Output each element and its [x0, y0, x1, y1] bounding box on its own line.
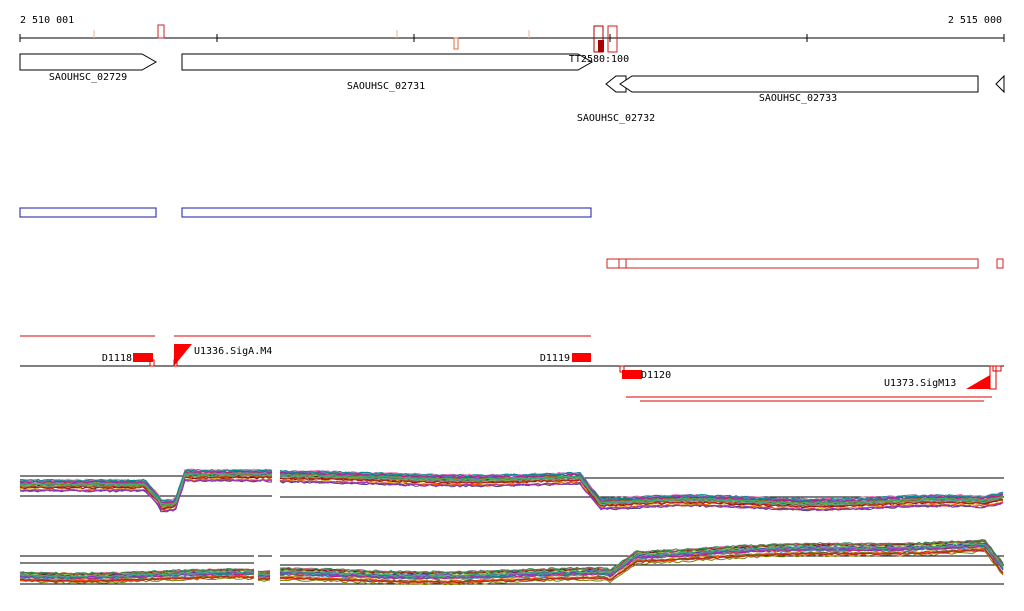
gene-label: SAOUHSC_02733 — [759, 93, 837, 104]
ruler-peak-mark — [157, 24, 165, 39]
expression-track-top — [19, 468, 1004, 513]
operon-box-plus[interactable] — [19, 207, 157, 218]
gene-label: SAOUHSC_02731 — [347, 81, 425, 92]
expression-track-bottom — [19, 538, 1004, 586]
terminator-mark — [607, 25, 618, 53]
gene-arrow-saouhsc-02731[interactable]: SAOUHSC_02731 — [181, 53, 594, 92]
segment-label: D1118 — [102, 353, 132, 364]
segment-label: D1120 — [641, 370, 671, 381]
operon-box-minus[interactable] — [606, 258, 979, 269]
gene-arrow-saouhsc-02733[interactable]: SAOUHSC_02733 — [619, 75, 979, 104]
ruler-peak-mark — [453, 37, 459, 50]
coordinate-ruler: 2 510 001 2 515 000 — [19, 15, 1005, 53]
terminator-label: TT2580:100 — [569, 54, 629, 65]
gene-label: SAOUHSC_02732 — [577, 113, 655, 124]
genome-browser-view: 2 510 001 2 515 000 SAOUHSC_02729 SAOUHS… — [19, 15, 1005, 586]
promoter-flag-right-box — [992, 365, 1002, 372]
segment-block-d1119[interactable] — [572, 353, 591, 362]
terminator-mark — [598, 40, 604, 52]
ruler-end-label: 2 515 000 — [948, 15, 1002, 26]
ruler-start-label: 2 510 001 — [20, 15, 74, 26]
expression-series-line — [257, 579, 271, 582]
operon-track — [19, 207, 1004, 269]
gene-label: SAOUHSC_02729 — [49, 72, 127, 83]
segment-track: D1118 U1336.SigA.M4 D1119 D1120 U1373.Si… — [20, 335, 1004, 402]
segment-label: D1119 — [540, 353, 570, 364]
gene-track: SAOUHSC_02729 SAOUHSC_02731 TT2580:100 S… — [19, 53, 1005, 124]
segment-block-d1120[interactable] — [622, 370, 642, 379]
operon-box-minus[interactable] — [996, 258, 1004, 269]
promoter-flag-right[interactable] — [966, 375, 990, 389]
gene-arrow-saouhsc-02729[interactable]: SAOUHSC_02729 — [19, 53, 158, 83]
gene-arrow-partial[interactable] — [995, 74, 1005, 94]
promoter-label: U1336.SigA.M4 — [194, 346, 272, 357]
promoter-label: U1373.SigM13 — [884, 378, 956, 389]
operon-box-plus[interactable] — [181, 207, 592, 218]
